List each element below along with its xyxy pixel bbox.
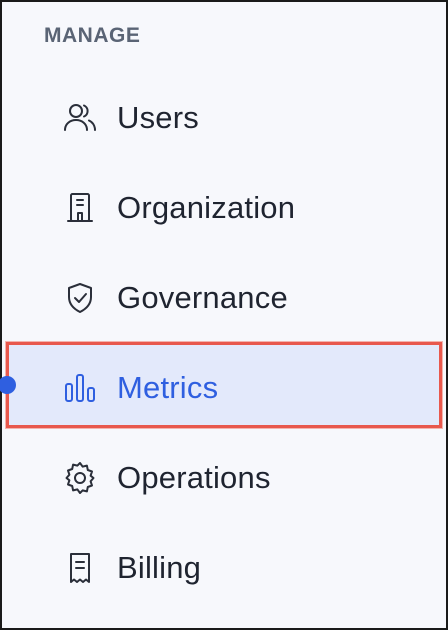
sidebar: MANAGE Users Organization Governance Met…	[0, 0, 448, 630]
sidebar-item-label: Organization	[117, 190, 296, 225]
bar-chart-icon	[60, 368, 100, 408]
sidebar-item-operations[interactable]: Operations	[2, 433, 446, 523]
sidebar-item-label: Operations	[117, 460, 271, 495]
sidebar-item-users[interactable]: Users	[2, 73, 446, 163]
users-icon	[60, 98, 100, 138]
sidebar-item-label: Users	[117, 100, 199, 135]
sidebar-item-billing[interactable]: Billing	[2, 523, 446, 613]
sidebar-item-label: Billing	[117, 550, 202, 585]
section-title-manage: MANAGE	[44, 24, 141, 47]
sidebar-item-organization[interactable]: Organization	[2, 163, 446, 253]
building-icon	[60, 188, 100, 228]
sidebar-item-governance[interactable]: Governance	[2, 253, 446, 343]
sidebar-item-label: Governance	[117, 280, 288, 315]
sidebar-item-label: Metrics	[117, 370, 219, 405]
shield-check-icon	[60, 278, 100, 318]
gear-icon	[60, 458, 100, 498]
sidebar-item-metrics[interactable]: Metrics	[2, 343, 446, 433]
receipt-icon	[60, 548, 100, 588]
